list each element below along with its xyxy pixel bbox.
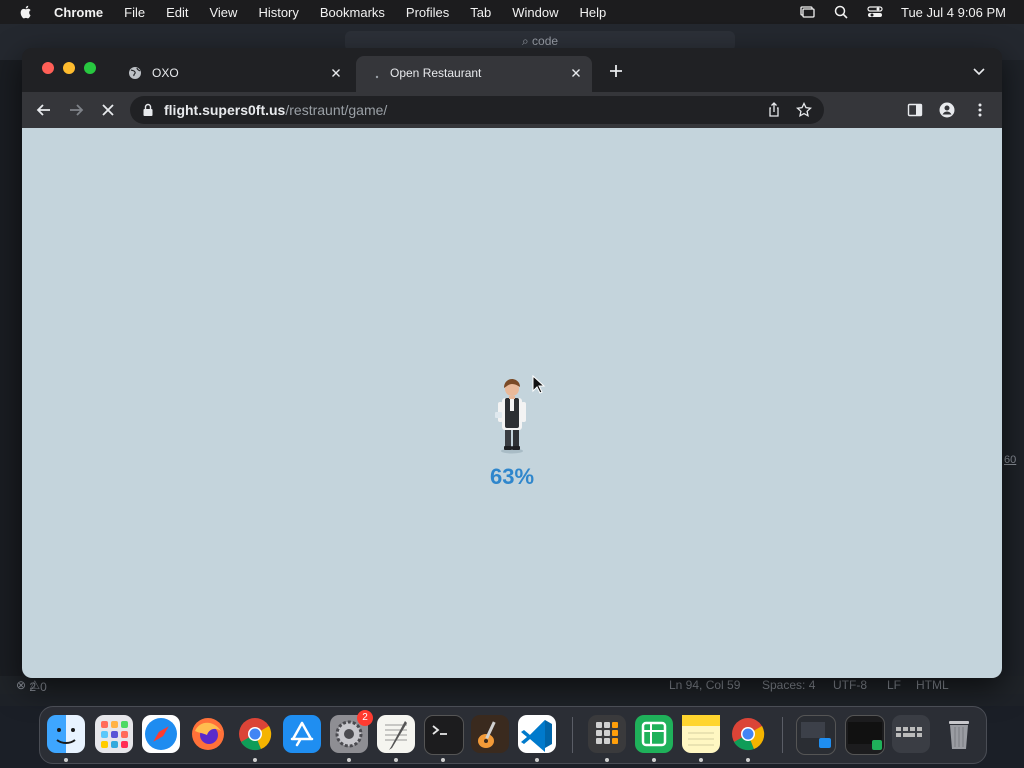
menu-history[interactable]: History [258, 5, 298, 20]
language-mode[interactable]: HTML [916, 678, 949, 692]
menu-bookmarks[interactable]: Bookmarks [320, 5, 385, 20]
encoding-setting[interactable]: UTF-8 [833, 678, 867, 692]
downloads-stack-icon[interactable] [796, 715, 836, 755]
menu-window[interactable]: Window [512, 5, 558, 20]
chrome-icon[interactable] [236, 715, 274, 753]
textedit-icon[interactable] [377, 715, 415, 753]
keyboard-viewer-icon[interactable] [892, 715, 930, 753]
background-status-bar: ⊗ 2 ⚠ 0 Ln 94, Col 59 Spaces: 4 UTF-8 LF… [0, 676, 1024, 694]
garageband-icon[interactable] [471, 715, 509, 753]
browser-window: OXO Open Restaurant flight.supers0ft.us/… [22, 48, 1002, 678]
launchpad-icon[interactable] [95, 715, 133, 753]
forward-arrow-icon[interactable] [66, 100, 86, 120]
menu-edit[interactable]: Edit [166, 5, 188, 20]
address-bar[interactable]: flight.supers0ft.us/restraunt/game/ [130, 96, 824, 124]
warnings-count: 0 [40, 680, 47, 694]
app-store-icon[interactable] [283, 715, 321, 753]
menu-bar: Chrome File Edit View History Bookmarks … [0, 0, 1024, 24]
window-close-button[interactable] [42, 62, 54, 74]
terminal-icon[interactable] [424, 715, 464, 755]
share-icon[interactable] [766, 102, 782, 118]
menu-tab[interactable]: Tab [470, 5, 491, 20]
menu-view[interactable]: View [209, 5, 237, 20]
menu-help[interactable]: Help [580, 5, 607, 20]
chrome-icon[interactable] [729, 715, 767, 753]
menu-file[interactable]: File [124, 5, 145, 20]
control-center-icon[interactable] [867, 4, 883, 20]
game-loading-screen[interactable]: 63% [22, 128, 1002, 678]
background-activity-bar [0, 60, 22, 676]
menu-app-name[interactable]: Chrome [54, 5, 103, 20]
problems-count: 2 [29, 680, 37, 694]
eol-setting[interactable]: LF [887, 678, 901, 692]
terminal-window-icon[interactable] [845, 715, 885, 755]
background-search-label: code [532, 34, 559, 48]
apple-icon[interactable] [18, 4, 34, 20]
safari-icon[interactable] [142, 715, 180, 753]
back-arrow-icon[interactable] [34, 100, 54, 120]
tab-oxo[interactable]: OXO [118, 56, 352, 92]
vscode-icon[interactable] [518, 715, 556, 753]
numbers-icon[interactable] [635, 715, 673, 753]
new-tab-icon[interactable] [608, 63, 624, 79]
side-panel-icon[interactable] [907, 102, 923, 118]
loading-dot-icon [375, 75, 379, 79]
firefox-icon[interactable] [189, 715, 227, 753]
spotlight-search-icon[interactable] [833, 4, 849, 20]
more-menu-icon[interactable] [972, 102, 988, 118]
url-text: flight.supers0ft.us/restraunt/game/ [164, 102, 387, 118]
profile-avatar-icon[interactable] [939, 102, 955, 118]
indent-setting[interactable]: Spaces: 4 [762, 678, 815, 692]
tab-title: Open Restaurant [390, 66, 482, 80]
calculator-icon[interactable] [588, 715, 626, 753]
tab-open-restaurant[interactable]: Open Restaurant [356, 56, 592, 92]
mouse-cursor-icon [532, 375, 546, 394]
notes-icon[interactable] [682, 715, 720, 753]
tab-title: OXO [152, 66, 179, 80]
cursor-position[interactable]: Ln 94, Col 59 [669, 678, 740, 692]
menu-profiles[interactable]: Profiles [406, 5, 449, 20]
window-zoom-button[interactable] [84, 62, 96, 74]
problems-indicator[interactable]: ⊗ 2 ⚠ 0 [16, 678, 47, 694]
background-editor-edge: 60 [1002, 60, 1024, 676]
close-tab-icon[interactable] [328, 65, 344, 81]
globe-icon [129, 67, 141, 79]
finder-icon[interactable] [47, 715, 85, 753]
screen-mirroring-icon[interactable] [799, 4, 815, 20]
tab-strip: OXO Open Restaurant [22, 48, 1002, 92]
bookmark-star-icon[interactable] [796, 102, 812, 118]
url-path: /restraunt/game/ [285, 102, 388, 118]
url-host: flight.supers0ft.us [164, 102, 286, 118]
waiter-character-icon [495, 379, 526, 454]
menu-clock[interactable]: Tue Jul 4 9:06 PM [901, 5, 1006, 20]
background-edge-number: 60 [1004, 454, 1017, 466]
loading-progress-text: 63% [489, 464, 535, 489]
lock-icon[interactable] [142, 103, 154, 117]
status-menus: Tue Jul 4 9:06 PM [799, 0, 1006, 24]
dock: 2 [39, 706, 987, 764]
browser-toolbar: flight.supers0ft.us/restraunt/game/ [22, 92, 1002, 128]
trash-icon[interactable] [940, 715, 978, 753]
window-minimize-button[interactable] [63, 62, 75, 74]
close-tab-icon[interactable] [568, 65, 584, 81]
stop-loading-icon[interactable] [98, 100, 118, 120]
settings-badge: 2 [357, 710, 373, 726]
chevron-down-icon[interactable] [972, 64, 986, 78]
